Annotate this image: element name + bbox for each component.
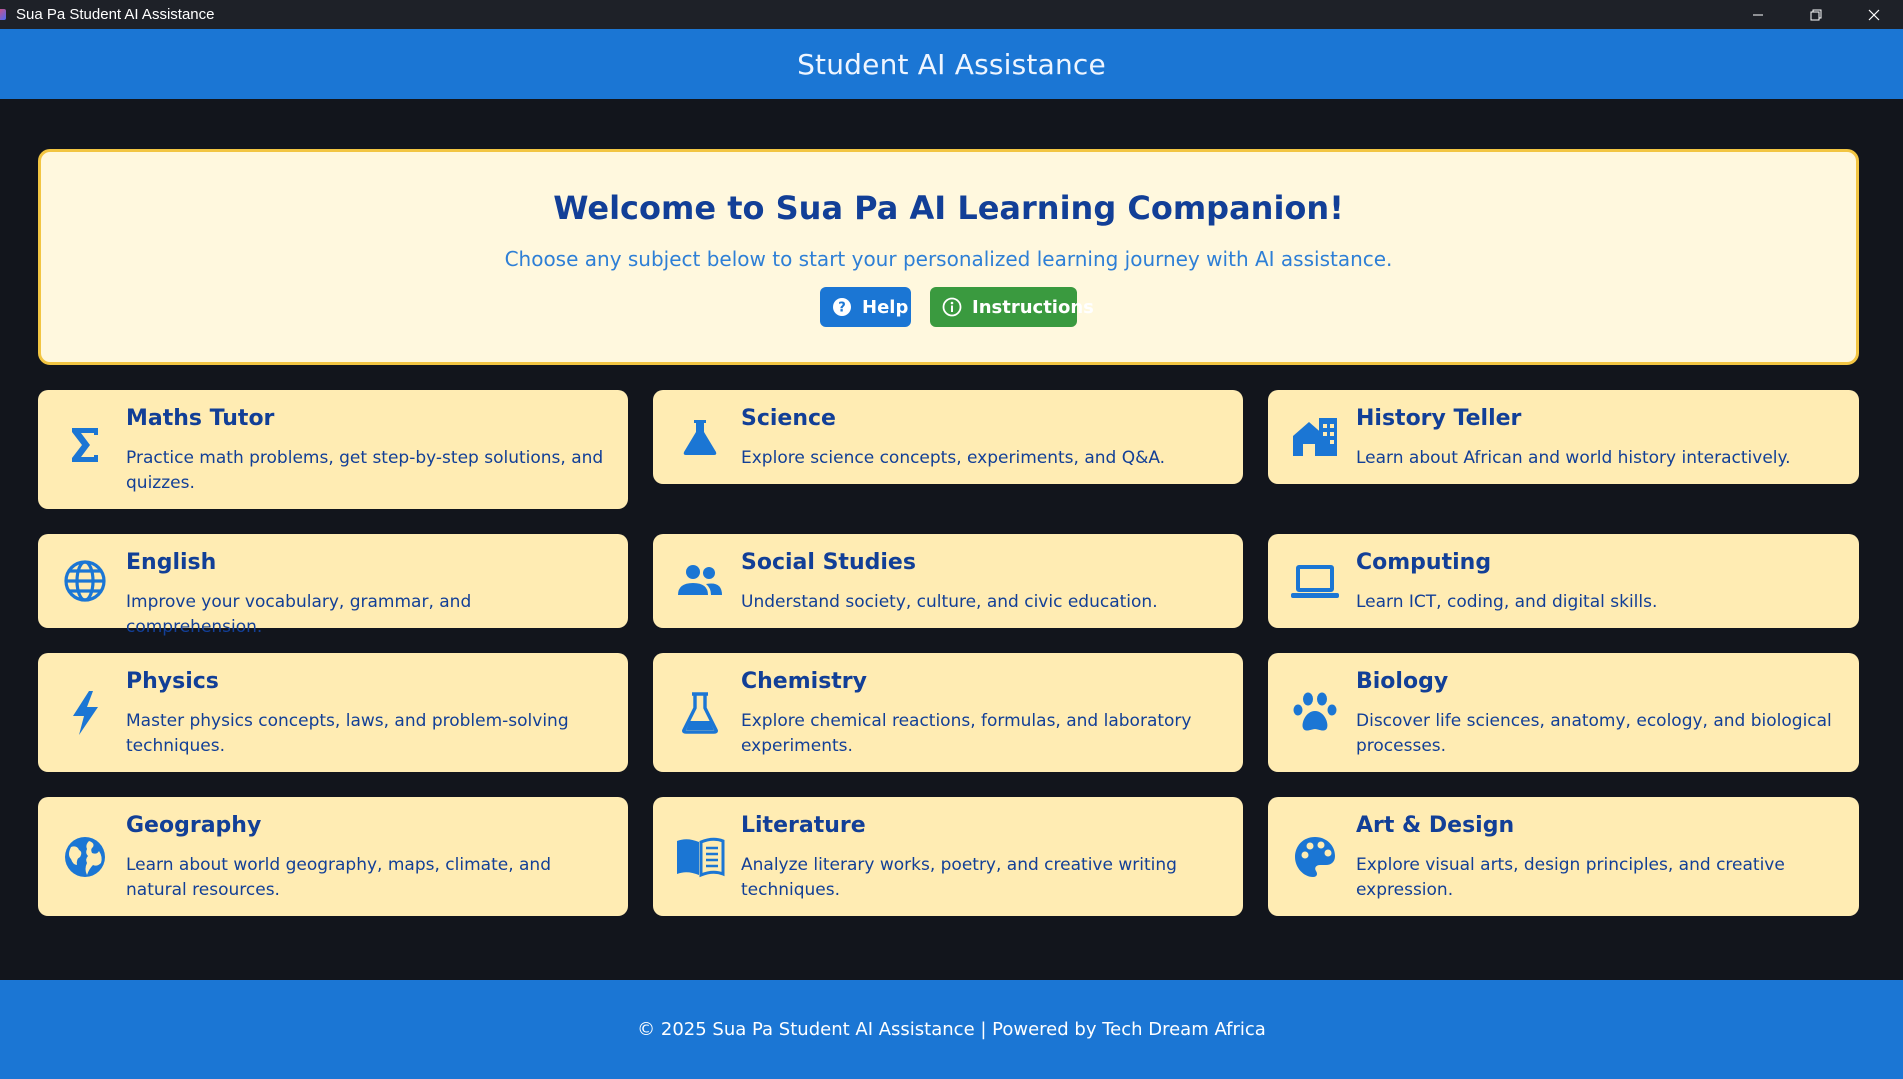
subject-title: Physics [126, 669, 219, 694]
subject-description: Learn ICT, coding, and digital skills. [1356, 592, 1658, 612]
subject-description: Master physics concepts, laws, and probl… [126, 711, 569, 756]
info-circle-icon [942, 297, 962, 317]
subject-title: Maths Tutor [126, 406, 275, 431]
subject-card-english[interactable]: English Improve your vocabulary, grammar… [38, 534, 628, 637]
subject-description: Explore science concepts, experiments, a… [741, 448, 1166, 468]
people-icon [675, 556, 725, 606]
help-button-label: Help [862, 296, 909, 318]
subject-title: History Teller [1356, 406, 1522, 431]
question-circle-icon: ? [832, 297, 852, 317]
subject-description: Learn about African and world history in… [1356, 448, 1791, 468]
subject-title: English [126, 550, 217, 575]
subject-title: Chemistry [741, 669, 867, 694]
sigma-icon [60, 420, 110, 470]
header-title: Student AI Assistance [797, 47, 1106, 81]
subject-description: Explore chemical reactions, formulas, an… [741, 711, 1192, 756]
subject-card-geography[interactable]: Geography Learn about world geography, m… [38, 797, 628, 916]
globe-icon [60, 556, 110, 606]
help-button[interactable]: ? Help [820, 287, 911, 327]
palette-icon [1290, 832, 1340, 882]
subject-title: Social Studies [741, 550, 916, 575]
subject-description: Discover life sciences, anatomy, ecology… [1356, 711, 1832, 756]
subject-description: Improve your vocabulary, grammar, and co… [126, 592, 472, 637]
svg-text:?: ? [838, 301, 846, 316]
welcome-subtitle: Choose any subject below to start your p… [504, 247, 1393, 271]
footer-text: © 2025 Sua Pa Student AI Assistance | Po… [637, 1019, 1266, 1040]
subject-card-maths-tutor[interactable]: Maths Tutor Practice math problems, get … [38, 390, 628, 509]
subject-card-physics[interactable]: Physics Master physics concepts, laws, a… [38, 653, 628, 772]
subject-title: Literature [741, 813, 866, 838]
flask-icon [675, 412, 725, 462]
subject-card-art-design[interactable]: Art & Design Explore visual arts, design… [1268, 797, 1859, 916]
subject-card-history-teller[interactable]: History Teller Learn about African and w… [1268, 390, 1859, 484]
window-title: Sua Pa Student AI Assistance [16, 6, 215, 23]
close-button[interactable] [1845, 0, 1903, 29]
subject-description: Analyze literary works, poetry, and crea… [741, 855, 1177, 900]
app-footer: © 2025 Sua Pa Student AI Assistance | Po… [0, 980, 1903, 1079]
subject-card-biology[interactable]: Biology Discover life sciences, anatomy,… [1268, 653, 1859, 772]
subject-card-science[interactable]: Science Explore science concepts, experi… [653, 390, 1243, 484]
subject-card-computing[interactable]: Computing Learn ICT, coding, and digital… [1268, 534, 1859, 628]
window-titlebar: Sua Pa Student AI Assistance [0, 0, 1903, 29]
app-icon [0, 9, 6, 20]
minimize-button[interactable] [1729, 0, 1787, 29]
subject-description: Practice math problems, get step-by-step… [126, 448, 604, 493]
lightning-icon [60, 688, 110, 738]
paw-icon [1290, 688, 1340, 738]
subject-description: Understand society, culture, and civic e… [741, 592, 1158, 612]
subject-description: Explore visual arts, design principles, … [1356, 855, 1785, 900]
window-controls [1729, 0, 1903, 29]
book-icon [675, 832, 725, 882]
restore-icon [1810, 9, 1822, 20]
subject-title: Geography [126, 813, 262, 838]
subject-title: Science [741, 406, 836, 431]
instructions-button[interactable]: Instructions [930, 287, 1094, 327]
beaker-icon [675, 688, 725, 738]
welcome-heading: Welcome to Sua Pa AI Learning Companion! [553, 189, 1344, 227]
subject-description: Learn about world geography, maps, clima… [126, 855, 551, 900]
app-header: Student AI Assistance [0, 29, 1903, 99]
welcome-actions: ? Help Instructions [41, 287, 1856, 327]
subject-title: Computing [1356, 550, 1492, 575]
subject-card-literature[interactable]: Literature Analyze literary works, poetr… [653, 797, 1243, 916]
laptop-icon [1290, 556, 1340, 606]
restore-button[interactable] [1787, 0, 1845, 29]
instructions-button-label: Instructions [972, 296, 1094, 318]
subject-title: Biology [1356, 669, 1449, 694]
welcome-panel: Welcome to Sua Pa AI Learning Companion!… [38, 149, 1859, 365]
earth-icon [60, 832, 110, 882]
subject-card-social-studies[interactable]: Social Studies Understand society, cultu… [653, 534, 1243, 628]
subject-card-chemistry[interactable]: Chemistry Explore chemical reactions, fo… [653, 653, 1243, 772]
close-icon [1868, 9, 1880, 20]
minimize-icon [1753, 14, 1763, 15]
building-icon [1290, 412, 1340, 462]
subject-title: Art & Design [1356, 813, 1515, 838]
